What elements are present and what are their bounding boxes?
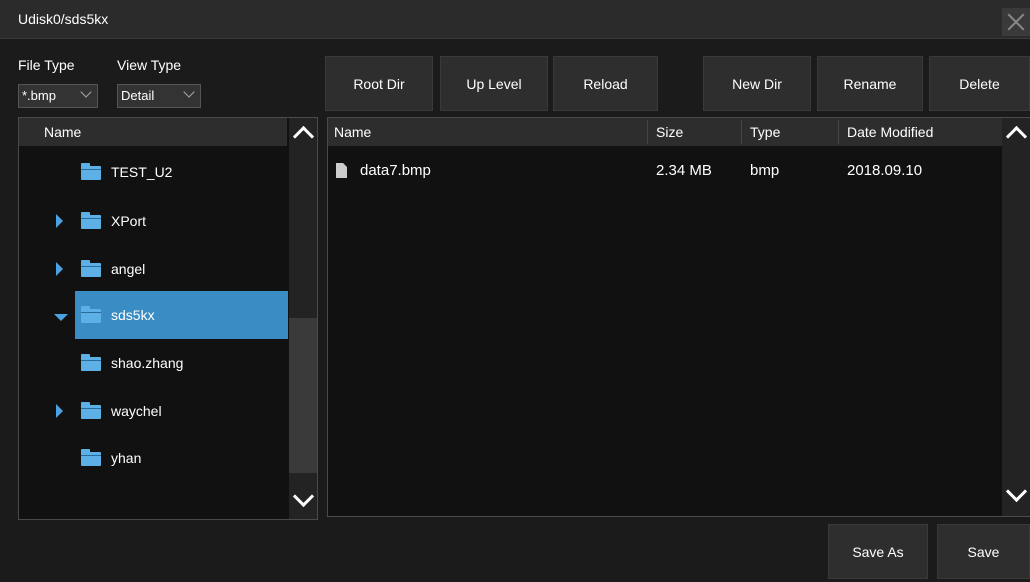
file-type-label: File Type [18,57,75,73]
tree-item-label: angel [111,261,146,277]
tree-item-label: yhan [111,450,142,466]
expand-arrow-icon[interactable] [56,404,63,418]
tree-item-sds5kx[interactable]: sds5kx [75,291,288,339]
file-type-value: *.bmp [22,88,56,103]
tree-item-xport[interactable]: XPort [19,203,287,239]
file-name: data7.bmp [360,162,431,179]
root-dir-button[interactable]: Root Dir [325,56,433,111]
scroll-up-icon[interactable] [292,125,315,148]
scroll-down-icon[interactable] [1005,480,1028,503]
tree-item-label: waychel [111,403,162,419]
tree-item-test-u2[interactable]: TEST_U2 [19,154,287,190]
view-type-label: View Type [117,57,182,73]
scroll-up-icon[interactable] [1005,125,1028,148]
save-button[interactable]: Save [937,524,1030,579]
folder-icon [81,354,101,371]
file-size: 2.34 MB [656,162,712,179]
column-header-date[interactable]: Date Modified [847,118,933,146]
tree-item-angel[interactable]: angel [19,251,287,287]
file-date: 2018.09.10 [847,162,923,179]
column-divider[interactable] [741,120,742,144]
close-icon[interactable] [1002,8,1030,36]
file-list-scrollbar[interactable] [1002,118,1030,516]
tree-item-yhan[interactable]: yhan [19,440,287,476]
window-title: Udisk0/sds5kx [18,11,109,27]
title-bar: Udisk0/sds5kx [0,0,1030,39]
column-header-size[interactable]: Size [656,118,683,146]
file-type-select[interactable]: *.bmp [18,84,98,108]
file-list-header: Name Size Type Date Modified [328,118,1002,146]
folder-icon [81,449,101,466]
file-icon [336,163,347,178]
folder-icon [81,260,101,277]
column-header-type[interactable]: Type [750,118,780,146]
folder-icon [81,402,101,419]
folder-icon [81,306,101,323]
tree-item-label: TEST_U2 [111,164,173,180]
save-as-button[interactable]: Save As [828,524,928,579]
column-divider[interactable] [647,120,648,144]
tree-item-label: XPort [111,213,147,229]
tree-scrollbar[interactable] [289,118,317,519]
up-level-button[interactable]: Up Level [440,56,548,111]
file-list-panel: Name Size Type Date Modified data7.bmp 2… [327,117,1030,517]
folder-icon [81,163,101,180]
new-dir-button[interactable]: New Dir [703,56,811,111]
tree-item-waychel[interactable]: waychel [19,393,287,429]
expand-arrow-icon[interactable] [56,262,63,276]
column-header-name[interactable]: Name [334,118,371,146]
table-row[interactable]: data7.bmp 2.34 MB bmp 2018.09.10 [328,154,1002,188]
reload-button[interactable]: Reload [553,56,658,111]
collapse-arrow-icon[interactable] [54,314,68,321]
chevron-down-icon [80,86,92,98]
tree-item-label: shao.zhang [111,355,184,371]
tree-item-label: sds5kx [111,307,155,323]
folder-tree-panel: Name TEST_U2 XPort angel sds5kx shao.zha… [18,117,318,520]
folder-icon [81,212,101,229]
tree-header-name: Name [44,124,82,140]
scroll-down-icon[interactable] [292,485,315,508]
delete-button[interactable]: Delete [929,56,1030,111]
rename-button[interactable]: Rename [817,56,923,111]
tree-scrollbar-thumb[interactable] [289,318,317,473]
chevron-down-icon [183,86,195,98]
tree-header: Name [19,118,287,146]
file-type: bmp [750,162,780,179]
column-divider[interactable] [838,120,839,144]
expand-arrow-icon[interactable] [56,214,63,228]
view-type-select[interactable]: Detail [117,84,201,108]
view-type-value: Detail [121,88,155,103]
tree-item-shao-zhang[interactable]: shao.zhang [19,345,287,381]
